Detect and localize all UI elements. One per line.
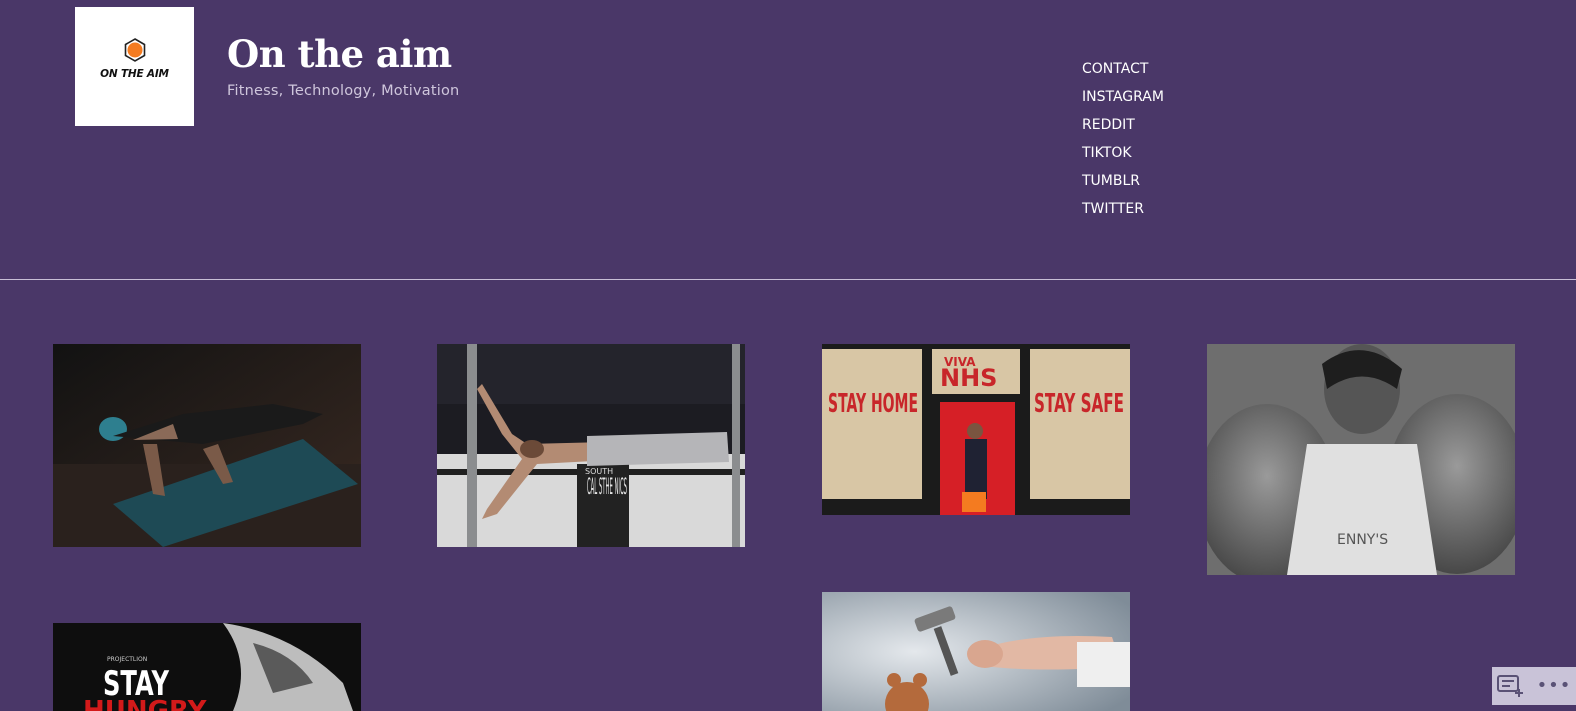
more-dots-icon: ••• bbox=[1536, 675, 1572, 696]
calisthenics-sign: CAL STHE NICS bbox=[587, 475, 627, 500]
poster-sub: HUNGRY bbox=[83, 696, 208, 711]
nav-twitter[interactable]: TWITTER bbox=[1082, 200, 1164, 228]
logo-text: ON THE AIM bbox=[100, 68, 169, 80]
poster-small-text: PROJECTLION bbox=[107, 656, 147, 663]
post-thumbnail-human-flag[interactable]: SOUTH CAL STHE NICS bbox=[437, 344, 745, 547]
shirt-text: ENNY'S bbox=[1337, 532, 1388, 548]
sign-stay-safe: STAY SAFE bbox=[1034, 389, 1124, 419]
nav-tumblr[interactable]: TUMBLR bbox=[1082, 172, 1164, 200]
hexagon-dot-icon bbox=[124, 38, 146, 62]
site-title[interactable]: On the aim bbox=[227, 32, 452, 76]
alarm-clock-image bbox=[822, 592, 1130, 711]
nav-instagram[interactable]: INSTAGRAM bbox=[1082, 88, 1164, 116]
post-thumbnail-stay-home[interactable]: STAY HOME VIVA NHS STAY SAFE bbox=[822, 344, 1130, 515]
site-tagline: Fitness, Technology, Motivation bbox=[227, 83, 460, 99]
nav-tiktok[interactable]: TIKTOK bbox=[1082, 144, 1164, 172]
post-thumbnail-stay-hungry[interactable]: PROJECTLION STAY HUNGRY bbox=[53, 623, 361, 711]
stay-home-image: STAY HOME VIVA NHS STAY SAFE bbox=[822, 344, 1130, 515]
stay-hungry-image: PROJECTLION STAY HUNGRY bbox=[53, 623, 361, 711]
new-post-icon bbox=[1497, 675, 1523, 697]
sign-stay-home: STAY HOME bbox=[828, 389, 918, 419]
nav-reddit[interactable]: REDDIT bbox=[1082, 116, 1164, 144]
new-post-button[interactable] bbox=[1492, 667, 1532, 705]
nav-contact[interactable]: CONTACT bbox=[1082, 60, 1164, 88]
header-divider bbox=[0, 279, 1576, 280]
more-button[interactable]: ••• bbox=[1532, 667, 1576, 705]
sign-nhs: NHS bbox=[940, 364, 997, 392]
post-thumbnail-alarm-clock[interactable] bbox=[822, 592, 1130, 711]
human-flag-image: SOUTH CAL STHE NICS bbox=[437, 344, 745, 547]
post-thumbnail-pushup[interactable] bbox=[53, 344, 361, 547]
social-menu: CONTACT INSTAGRAM REDDIT TIKTOK TUMBLR T… bbox=[1082, 60, 1164, 228]
pushup-image bbox=[53, 344, 361, 547]
bodybuilder-image: ENNY'S bbox=[1207, 344, 1515, 575]
site-logo[interactable]: ON THE AIM bbox=[75, 7, 194, 126]
floating-action-bar: ••• bbox=[1492, 667, 1576, 705]
post-thumbnail-bodybuilder[interactable]: ENNY'S bbox=[1207, 344, 1515, 575]
